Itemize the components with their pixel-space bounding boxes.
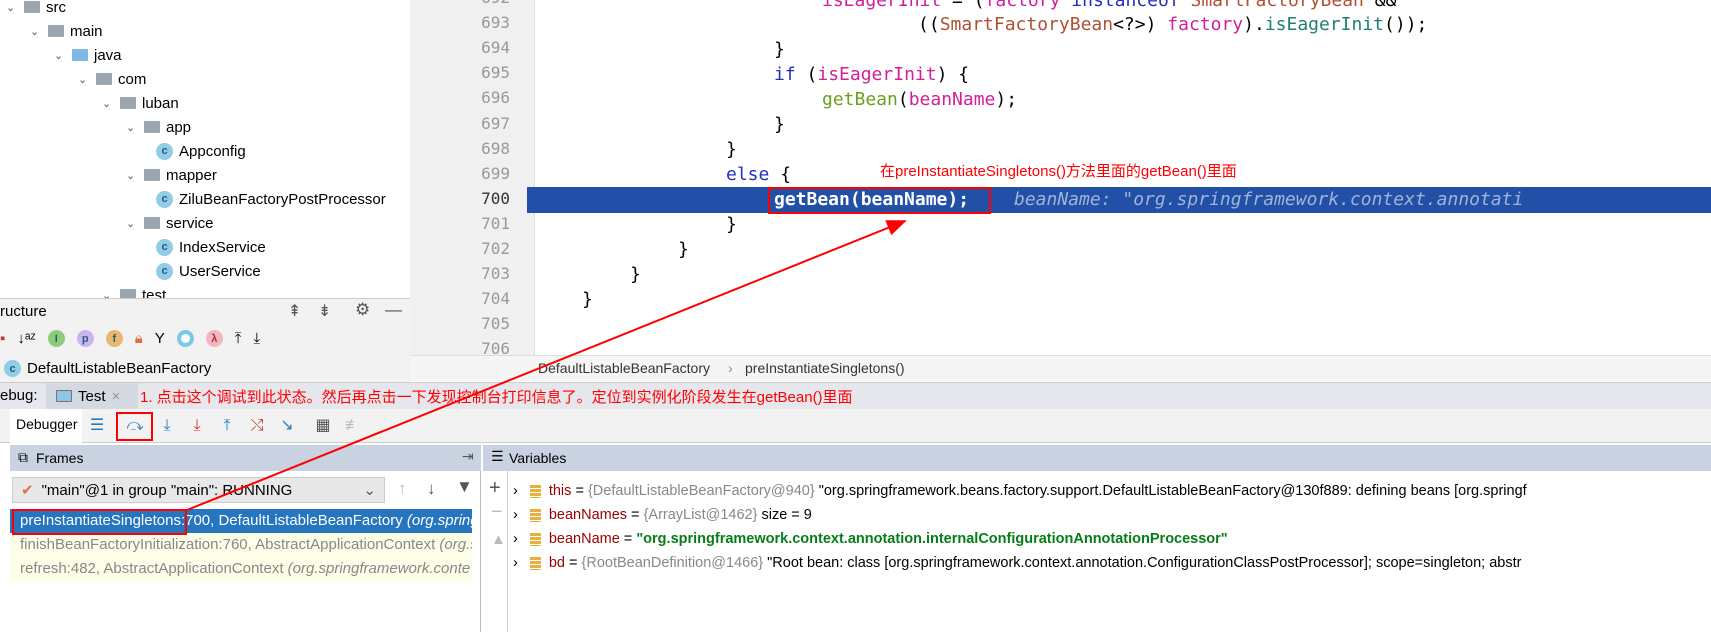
annotation-arrow <box>186 220 907 511</box>
